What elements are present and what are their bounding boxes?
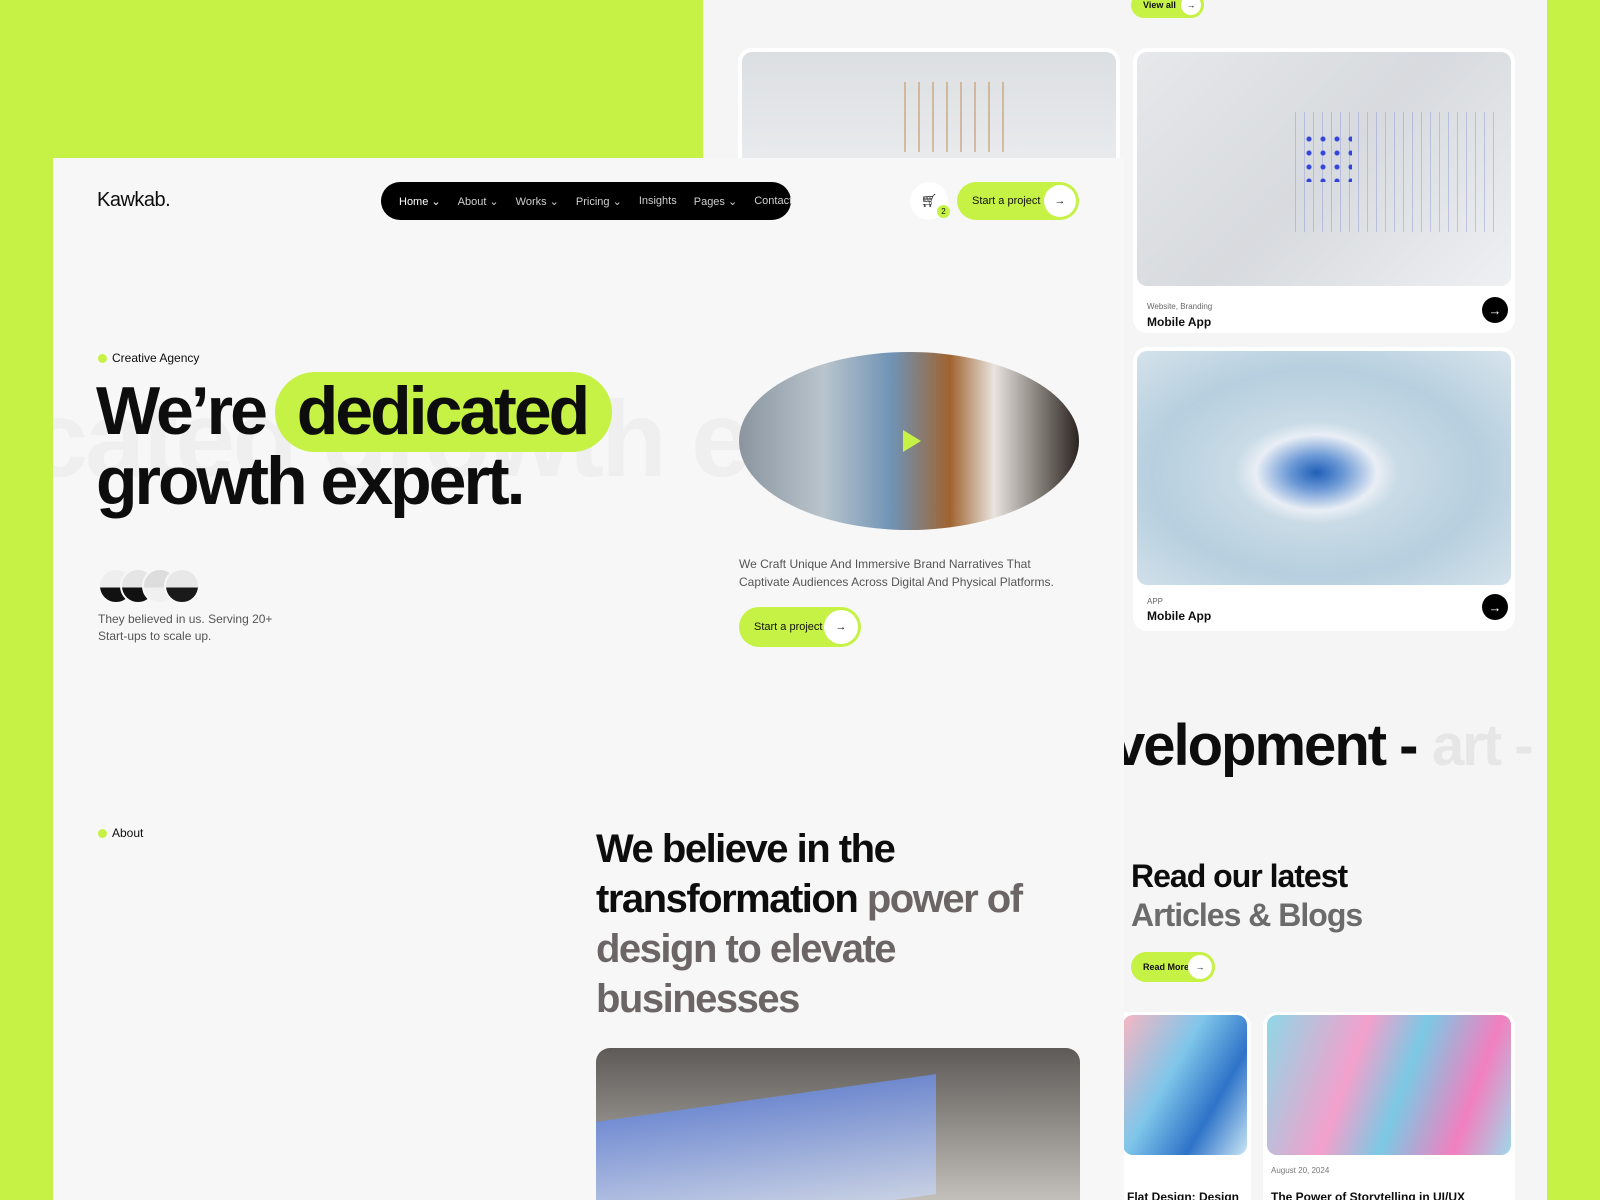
arrow-right-icon[interactable]: →	[1482, 594, 1508, 620]
cta-label: Start a project	[754, 621, 823, 633]
marquee-text-faded: art -	[1432, 713, 1534, 778]
header-start-project-button[interactable]: Start a project →	[957, 182, 1079, 220]
blog-heading-sub: Articles & Blogs	[1131, 897, 1363, 933]
nav-item-contact[interactable]: Contact	[754, 195, 792, 207]
marquee-text: velopment -	[1113, 713, 1418, 778]
play-icon[interactable]	[903, 430, 921, 452]
nav-item-insights[interactable]: Insights	[639, 195, 677, 207]
view-all-label: View all	[1143, 0, 1176, 10]
cta-label: Start a project	[972, 195, 1041, 207]
cart-icon: 🛒︎	[920, 193, 938, 208]
read-more-label: Read More	[1143, 962, 1190, 972]
main-page: dedicated growth expert Kawkab. Home ⌄ A…	[53, 158, 1124, 1200]
social-proof-text: They believed in us. Serving 20+ Start-u…	[98, 612, 273, 643]
eyebrow-dot	[98, 354, 107, 363]
blog-date: August 20, 2024	[1271, 1166, 1330, 1175]
nav-item-pricing[interactable]: Pricing ⌄	[576, 195, 622, 208]
blog-title: The Power of Storytelling in UI/UX	[1271, 1190, 1466, 1200]
project-title: Mobile App	[1147, 609, 1212, 623]
hero-description: We Craft Unique And Immersive Brand Narr…	[739, 557, 1054, 589]
about-eyebrow: About	[112, 826, 144, 840]
read-more-button[interactable]: Read More →	[1131, 952, 1215, 982]
avatar-group	[98, 568, 200, 604]
hero-video-thumbnail[interactable]	[739, 352, 1079, 530]
main-nav: Home ⌄ About ⌄ Works ⌄ Pricing ⌄ Insight…	[381, 182, 792, 220]
eyebrow-dot	[98, 829, 107, 838]
arrow-right-icon: →	[1181, 0, 1201, 15]
logo[interactable]: Kawkab.	[97, 189, 171, 212]
project-tag: APP	[1147, 597, 1164, 606]
blog-title: Flat Design: Design	[1127, 1190, 1240, 1200]
nav-item-about[interactable]: About ⌄	[458, 195, 499, 208]
nav-item-pages[interactable]: Pages ⌄	[694, 195, 737, 208]
hero-title: We’re dedicated	[96, 373, 590, 449]
hero-start-project-button[interactable]: Start a project →	[739, 607, 861, 647]
arrow-right-icon: →	[1188, 955, 1212, 979]
arrow-right-icon: →	[1044, 185, 1076, 217]
project-card[interactable]: APP Mobile App →	[1133, 347, 1515, 631]
project-image	[1137, 52, 1511, 286]
about-heading: We believe in the transformation power o…	[596, 827, 1023, 1021]
avatar	[164, 568, 200, 604]
blog-card[interactable]: August 20, 2024 The Power of Storytellin…	[1263, 1012, 1515, 1200]
cart-button[interactable]: 🛒︎ 2	[910, 182, 950, 220]
nav-item-works[interactable]: Works ⌄	[516, 195, 559, 208]
project-title: Mobile App	[1147, 315, 1212, 329]
project-tag: Website, Branding	[1147, 302, 1213, 311]
arrow-right-icon[interactable]: →	[1482, 297, 1508, 323]
blog-heading: Read our latest	[1131, 858, 1348, 894]
blog-image	[1123, 1015, 1247, 1155]
project-image	[1137, 351, 1511, 585]
blog-card[interactable]: Flat Design: Design	[1113, 1012, 1251, 1200]
nav-item-home[interactable]: Home ⌄	[399, 195, 441, 208]
blog-image	[1267, 1015, 1511, 1155]
cart-badge: 2	[937, 205, 950, 218]
hero-title-line2: growth expert.	[96, 443, 525, 519]
arrow-right-icon: →	[824, 610, 858, 644]
view-all-button[interactable]: View all →	[1131, 0, 1204, 18]
about-image	[596, 1048, 1080, 1200]
project-card[interactable]: Website, Branding Mobile App →	[1133, 48, 1515, 333]
hero-eyebrow: Creative Agency	[112, 351, 200, 365]
